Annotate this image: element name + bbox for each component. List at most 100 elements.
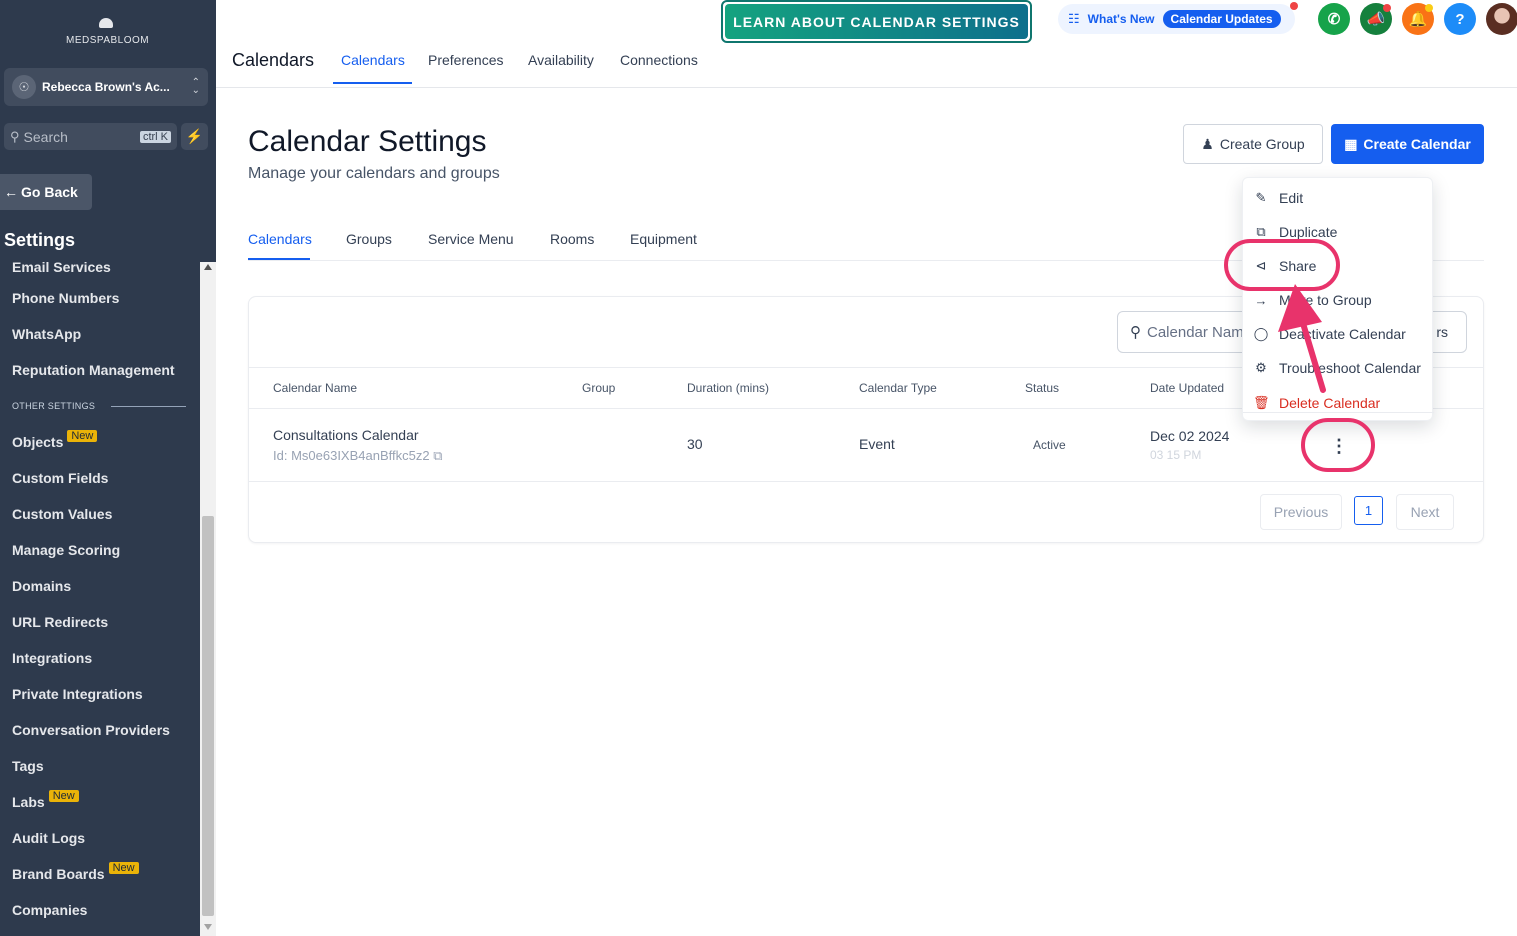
col-group[interactable]: Group xyxy=(582,381,615,395)
sidebar-item-email-services[interactable]: Email Services xyxy=(0,254,200,280)
menu-label: Delete Calendar xyxy=(1279,395,1381,411)
create-group-button[interactable]: ♟ Create Group xyxy=(1183,124,1323,164)
help-icon: ? xyxy=(1455,10,1465,28)
sidebar-item-url-redirects[interactable]: URL Redirects xyxy=(0,604,200,640)
calendar-id-text: Id: Ms0e63IXB4anBffkc5z2 xyxy=(273,448,430,463)
bolt-icon: ⚡ xyxy=(185,128,204,144)
tab-availability[interactable]: Availability xyxy=(528,52,594,68)
trash-icon: 🗑 xyxy=(1253,395,1270,410)
settings-subtitle: Manage your calendars and groups xyxy=(248,165,500,182)
user-plus-icon: ♟ xyxy=(1201,135,1214,152)
menu-item-share[interactable]: ⊲ Share xyxy=(1243,249,1434,283)
megaphone-icon: 📣 xyxy=(1366,11,1386,28)
sidebar-item-tags[interactable]: Tags xyxy=(0,748,200,784)
tab-connections[interactable]: Connections xyxy=(620,52,698,68)
copy-icon: ⧉ xyxy=(1256,224,1266,239)
sidebar-item-companies[interactable]: Companies xyxy=(0,892,200,928)
divider xyxy=(111,405,187,407)
col-status[interactable]: Status xyxy=(1025,381,1059,395)
notification-dot xyxy=(1290,2,1298,10)
time-updated: 03 15 PM xyxy=(1150,448,1202,462)
sidebar-item-whatsapp[interactable]: WhatsApp xyxy=(0,316,200,352)
other-settings-divider: OTHER SETTINGS xyxy=(0,388,200,424)
nav-label: Integrations xyxy=(12,650,93,666)
help-button[interactable]: ? xyxy=(1444,3,1476,35)
sidebar-item-domains[interactable]: Domains xyxy=(0,568,200,604)
menu-label: Move to Group xyxy=(1279,292,1372,308)
menu-item-edit[interactable]: ✎ Edit xyxy=(1243,181,1434,215)
arrow-right-icon: → xyxy=(1254,292,1268,308)
avatar[interactable] xyxy=(1486,3,1517,35)
filters-label: rs xyxy=(1436,324,1448,340)
col-calendar-name[interactable]: Calendar Name xyxy=(273,381,357,395)
next-page-button[interactable]: Next xyxy=(1396,494,1454,530)
sidebar-item-conversation-providers[interactable]: Conversation Providers xyxy=(0,712,200,748)
page-1-button[interactable]: 1 xyxy=(1354,496,1383,525)
row-actions-button[interactable]: ⋮ xyxy=(1329,433,1349,459)
logo-text: MEDSPABLOOM xyxy=(66,35,150,46)
nav-label: Labs xyxy=(12,794,45,810)
sidebar-scrollbar[interactable] xyxy=(200,262,216,936)
sidebar-item-reputation[interactable]: Reputation Management xyxy=(0,352,200,388)
scroll-up-icon[interactable] xyxy=(204,264,212,270)
nav-label: Phone Numbers xyxy=(12,290,120,306)
phone-icon: ✆ xyxy=(1327,11,1341,28)
chevron-updown-icon: ⌃ ⌄ xyxy=(191,77,200,96)
col-calendar-type[interactable]: Calendar Type xyxy=(859,381,937,395)
nav-label: Email Services xyxy=(12,259,111,275)
calendar-name[interactable]: Consultations Calendar xyxy=(273,427,419,443)
subtab-service-menu[interactable]: Service Menu xyxy=(428,231,514,247)
subtab-calendars[interactable]: Calendars xyxy=(248,231,312,247)
top-header: Calendars Calendars Preferences Availabi… xyxy=(216,0,1517,88)
subtab-rooms[interactable]: Rooms xyxy=(550,231,594,247)
nav-label: Custom Fields xyxy=(12,470,109,486)
sidebar-item-brand-boards[interactable]: Brand Boards New xyxy=(0,856,200,892)
account-name: Rebecca Brown's Ac... xyxy=(42,80,170,94)
phone-button[interactable]: ✆ xyxy=(1318,3,1350,35)
scrollbar-thumb[interactable] xyxy=(202,516,214,916)
sidebar-search-input[interactable]: ⚲ Search ctrl K xyxy=(4,123,177,150)
whats-new-button[interactable]: ☷ What's New Calendar Updates xyxy=(1058,4,1295,34)
nav-label: Objects xyxy=(12,434,64,450)
menu-item-deactivate[interactable]: ◯ Deactivate Calendar xyxy=(1243,317,1434,351)
col-date-updated[interactable]: Date Updated xyxy=(1150,381,1224,395)
search-icon: ⚲ xyxy=(10,128,20,144)
sidebar-item-phone-numbers[interactable]: Phone Numbers xyxy=(0,280,200,316)
nav-label: Brand Boards xyxy=(12,866,105,882)
sidebar-item-labs[interactable]: Labs New xyxy=(0,784,200,820)
date-updated: Dec 02 2024 xyxy=(1150,428,1230,444)
quick-action-button[interactable]: ⚡ xyxy=(181,123,208,150)
learn-button-label: LEARN ABOUT CALENDAR SETTINGS xyxy=(725,4,1028,39)
menu-item-duplicate[interactable]: ⧉ Duplicate xyxy=(1243,215,1434,249)
col-duration[interactable]: Duration (mins) xyxy=(687,381,769,395)
menu-item-move-to-group[interactable]: → Move to Group xyxy=(1243,283,1434,317)
settings-nav: Email Services Phone Numbers WhatsApp Re… xyxy=(0,254,200,928)
sidebar-item-custom-values[interactable]: Custom Values xyxy=(0,496,200,532)
tab-calendars[interactable]: Calendars xyxy=(341,52,405,68)
previous-page-button[interactable]: Previous xyxy=(1260,494,1342,530)
menu-item-delete[interactable]: 🗑 Delete Calendar xyxy=(1243,386,1434,420)
learn-calendar-settings-button[interactable]: LEARN ABOUT CALENDAR SETTINGS xyxy=(721,0,1032,43)
announcement-icon: ☷ xyxy=(1068,11,1080,26)
menu-item-troubleshoot[interactable]: ⚙ Troubleshoot Calendar xyxy=(1243,351,1434,385)
account-switcher[interactable]: ☉ Rebecca Brown's Ac... ⌃ ⌄ xyxy=(4,68,208,106)
subtab-equipment[interactable]: Equipment xyxy=(630,231,697,247)
brand-logo[interactable]: MEDSPABLOOM xyxy=(66,18,150,48)
sidebar-item-integrations[interactable]: Integrations xyxy=(0,640,200,676)
sidebar-item-audit-logs[interactable]: Audit Logs xyxy=(0,820,200,856)
create-calendar-label: Create Calendar xyxy=(1363,136,1471,152)
toggle-icon: ◯ xyxy=(1253,326,1269,341)
sidebar-item-objects[interactable]: Objects New xyxy=(0,424,200,460)
create-calendar-button[interactable]: ▦ Create Calendar xyxy=(1331,124,1484,164)
go-back-button[interactable]: ← Go Back xyxy=(0,174,92,210)
sidebar-item-custom-fields[interactable]: Custom Fields xyxy=(0,460,200,496)
sidebar-item-private-integrations[interactable]: Private Integrations xyxy=(0,676,200,712)
calendar-search-input[interactable]: ⚲ Calendar Name xyxy=(1117,311,1257,353)
logo-mark-icon xyxy=(99,18,113,28)
scroll-down-icon[interactable] xyxy=(204,924,212,930)
copy-icon[interactable]: ⧉ xyxy=(433,448,442,463)
tab-preferences[interactable]: Preferences xyxy=(428,52,503,68)
subtab-groups[interactable]: Groups xyxy=(346,231,392,247)
menu-label: Share xyxy=(1279,258,1317,274)
sidebar-item-manage-scoring[interactable]: Manage Scoring xyxy=(0,532,200,568)
